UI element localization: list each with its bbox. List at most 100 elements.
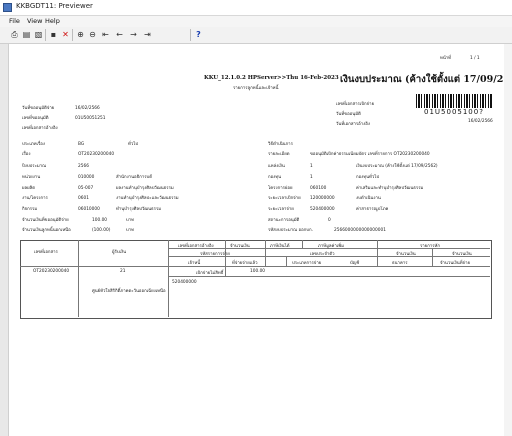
col-header: เลขที่เอกสาร xyxy=(34,250,58,255)
detail-label: หน่วยงาน xyxy=(22,175,41,180)
col-header: ประเภทการจ่าย xyxy=(292,261,322,266)
detail-desc: งบดำเนินงาน xyxy=(356,196,381,201)
detail-code: BG xyxy=(78,142,85,147)
detail-desc: ค่าสาธารณูปโภค xyxy=(356,207,389,212)
detail-desc: บาท xyxy=(126,218,134,223)
detail-code: 100.00 xyxy=(92,218,108,223)
detail-desc: สำนักงานอธิการบดี xyxy=(116,175,153,180)
window-title: KKBGDT11: Previewer xyxy=(16,2,93,10)
col-header: ภาษีเงินได้ xyxy=(270,244,290,249)
last-page-icon[interactable]: ⇥ xyxy=(142,29,153,40)
toolbar: ⎙ ▤ ▧ ▪ ✕ ⊕ ⊖ ⇤ ← → ⇥ 1 ? xyxy=(0,27,512,68)
detail-label: สถานะการอนุมัติ xyxy=(268,218,300,223)
payment-table xyxy=(20,240,492,319)
table-rule xyxy=(302,240,303,248)
detail-code: 010000 xyxy=(78,175,95,180)
table-rule xyxy=(377,240,378,266)
app-icon xyxy=(3,3,12,12)
first-page-icon[interactable]: ⇤ xyxy=(100,29,111,40)
detail-code: 05-007 xyxy=(78,186,94,191)
print-setup-icon[interactable]: ▤ xyxy=(21,29,32,40)
zoom-out-icon[interactable]: ⊖ xyxy=(87,29,98,40)
detail-label: แหล่งเงิน xyxy=(268,164,285,169)
print-icon[interactable]: ⎙ xyxy=(9,29,20,40)
vertical-scrollbar[interactable] xyxy=(504,44,512,436)
system-line: KKU_12.1.0.2 HPServer>>Thu 16-Feb-2023 xyxy=(204,75,339,81)
toolbar-separator xyxy=(190,29,191,41)
row-note: ศูนย์หัวใจสิริกิติ์ภาคตะวันออกเฉียงเหนือ xyxy=(92,289,166,294)
col-header: ภาษีมูลค่าเพิ่ม xyxy=(318,244,344,249)
row-number: 21 xyxy=(120,269,126,274)
detail-desc: ค่าเสริมและทำนุบำรุงศิลปวัฒนธรรม xyxy=(356,186,424,191)
detail-label: รายละเอียด xyxy=(268,152,290,157)
detail-desc: ทำนุบำรุงศิลปวัฒนธรรม xyxy=(116,207,162,212)
detail-label: ระยะเวลาเบิกจ่าย xyxy=(268,196,301,201)
next-page-icon[interactable]: → xyxy=(128,29,139,40)
row-amount: 100.00 xyxy=(250,269,266,274)
detail-label: ปีงบประมาณ xyxy=(22,164,47,169)
detail-code: 120000000 xyxy=(310,196,335,201)
detail-label: จำนวนเงินลูกหนี้นอกเหนือ xyxy=(22,228,71,233)
page-text: 1 / 1 xyxy=(470,56,480,61)
detail-label: กองทุน xyxy=(268,175,282,180)
field-value: 16/02/2566 xyxy=(75,106,100,111)
detail-code: 1 xyxy=(310,164,313,169)
col-header: จำนวนเงิน xyxy=(396,252,416,257)
detail-code: OT20230200040 xyxy=(78,152,115,157)
row-code: 520400000 xyxy=(172,280,197,285)
detail-label: งาน/โครงการ xyxy=(22,196,48,201)
table-rule xyxy=(225,240,226,276)
close-icon[interactable]: ✕ xyxy=(60,29,71,40)
col-header: จำนวนเงิน xyxy=(452,252,472,257)
detail-label: วิธีดำเนินการ xyxy=(268,142,293,147)
help-icon[interactable]: ? xyxy=(193,29,204,40)
field-label: วันที่ขออนุมัติ xyxy=(336,112,361,117)
detail-label: รหัสงบประมาณ ออกบก. xyxy=(268,228,313,233)
row-description: เบิกจ่ายไม่สิทธิ์ xyxy=(196,271,224,276)
menu-file[interactable]: File xyxy=(9,17,20,25)
field-value: 01U50051251 xyxy=(75,116,106,121)
prev-page-icon[interactable]: ← xyxy=(114,29,125,40)
col-header: เลขประจำตัว xyxy=(310,252,335,257)
save-icon[interactable]: ▪ xyxy=(48,29,59,40)
col-header: รายการหัก xyxy=(420,244,440,249)
page-setup-icon[interactable]: ▧ xyxy=(33,29,44,40)
detail-desc: บาท xyxy=(126,228,134,233)
col-header: เลขที่เอกสารอ้างอิง xyxy=(178,244,214,249)
detail-label: ผลผลิต xyxy=(22,186,36,191)
detail-desc: ทั่วไป xyxy=(128,142,139,147)
detail-label: ระยะเวลาจ่าย xyxy=(268,207,294,212)
field-label: เลขที่ขออนุมัติ xyxy=(22,116,49,121)
detail-code: 520400000 xyxy=(310,207,335,212)
table-rule xyxy=(20,266,490,267)
detail-code: (100.00) xyxy=(92,228,111,233)
detail-label: ประเภทเรื่อง xyxy=(22,142,45,147)
col-header: จำนวนเงินที่จ่าย xyxy=(440,261,471,266)
col-header: บัญชี xyxy=(350,261,360,266)
detail-label: จำนวนเงินที่ขออนุมัติจ่าย xyxy=(22,218,69,223)
detail-code: 2566 xyxy=(78,164,89,169)
zoom-in-icon[interactable]: ⊕ xyxy=(75,29,86,40)
menu-help[interactable]: Help xyxy=(45,17,60,25)
detail-desc: งานทำนุบำรุงศิลปะและวัฒนธรรม xyxy=(116,196,179,201)
toolbar-separator xyxy=(72,29,73,41)
table-rule xyxy=(78,240,79,317)
col-header: รหัสรายการจ่าย xyxy=(200,252,230,257)
col-header: ธนาคาร xyxy=(392,261,408,266)
detail-label: เรื่อง xyxy=(22,152,31,157)
detail-desc: ผลงานทำนุบำรุงศิลปวัฒนธรรม xyxy=(116,186,174,191)
detail-code: 0 xyxy=(328,218,331,223)
barcode-text: 01U5005100? xyxy=(424,108,484,116)
field-label: วันที่เอกสารอ้างอิง xyxy=(336,122,370,127)
detail-label: กิจกรรม xyxy=(22,207,38,212)
table-rule xyxy=(432,248,433,266)
col-header: จำนวนเงิน xyxy=(230,244,250,249)
detail-code: 060100 xyxy=(310,186,327,191)
field-label: วันที่ขออนุมัติจ่าย xyxy=(22,106,55,111)
menu-view[interactable]: View xyxy=(27,17,42,25)
col-header: ผู้รับเงิน xyxy=(112,250,127,255)
detail-desc: กองทุนทั่วไป xyxy=(356,175,380,180)
barcode-date: 16/02/2566 xyxy=(468,119,493,124)
menu-bar: File View Help xyxy=(0,16,512,27)
report-subtitle: รายการลูกหนี้และเจ้าหนี้ xyxy=(233,86,279,91)
